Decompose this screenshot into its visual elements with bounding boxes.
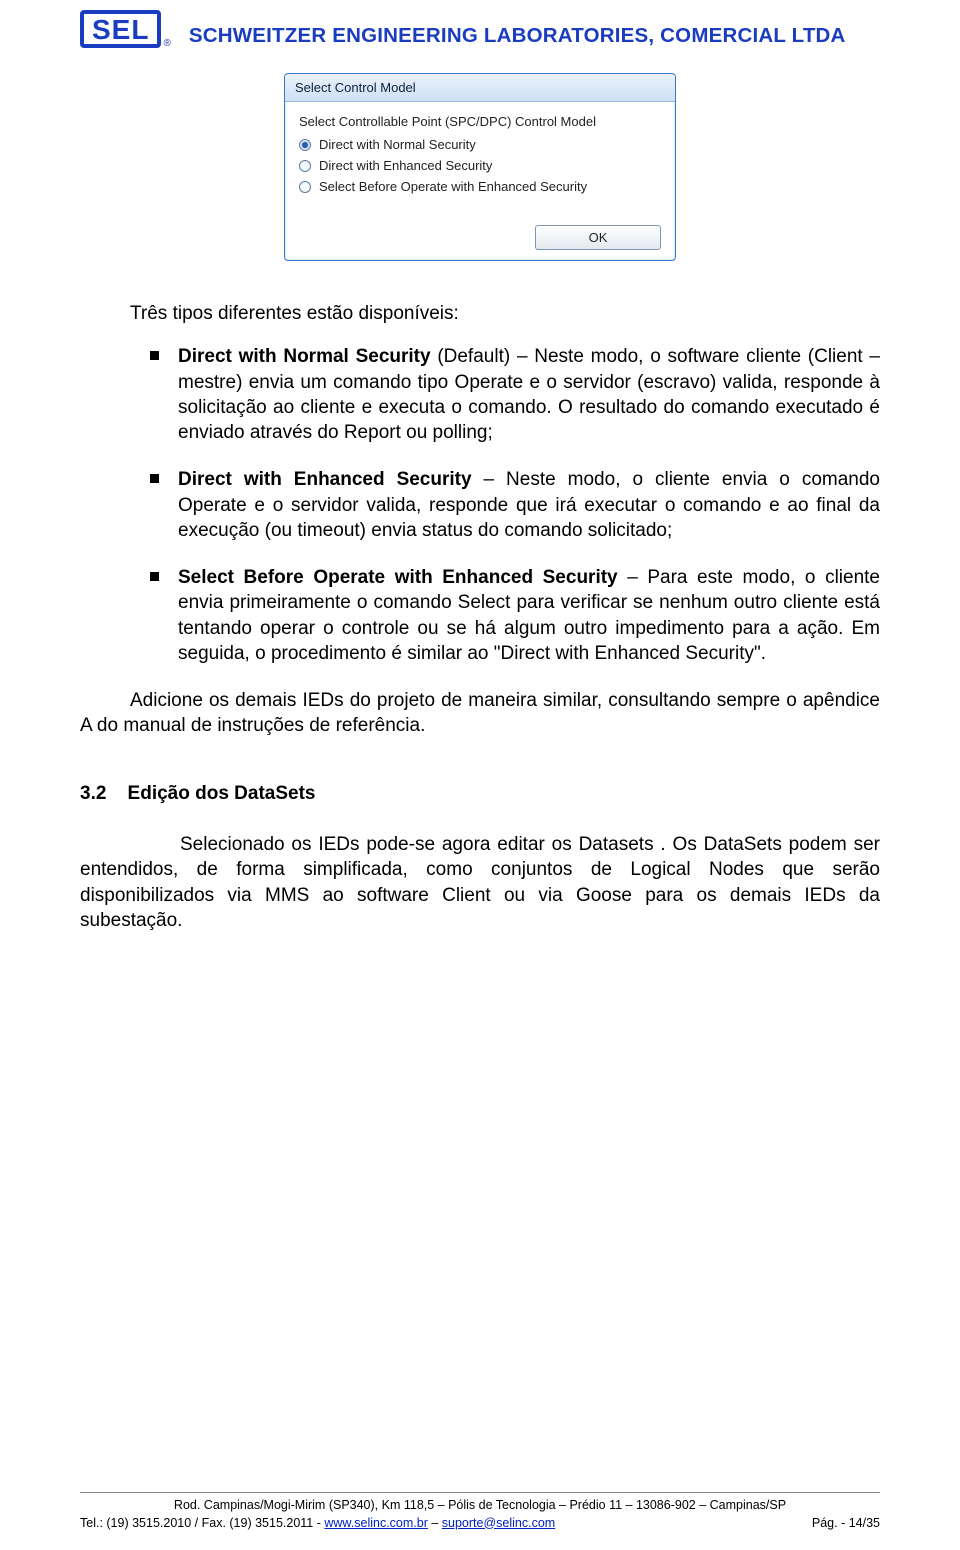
radio-icon xyxy=(299,160,311,172)
company-name: SCHWEITZER ENGINEERING LABORATORIES, COM… xyxy=(189,10,846,48)
intro-text: Três tipos diferentes estão disponíveis: xyxy=(130,301,880,326)
radio-icon xyxy=(299,181,311,193)
dialog-section-label: Select Controllable Point (SPC/DPC) Cont… xyxy=(299,114,661,129)
radio-icon xyxy=(299,139,311,151)
term-2: Direct with Enhanced Security xyxy=(178,469,472,490)
footer-link-email[interactable]: suporte@selinc.com xyxy=(442,1516,555,1530)
bullet-item-3: Select Before Operate with Enhanced Secu… xyxy=(150,565,880,666)
radio-label: Direct with Enhanced Security xyxy=(319,158,492,173)
radio-sbo-enhanced-security[interactable]: Select Before Operate with Enhanced Secu… xyxy=(299,179,661,194)
page-footer: Rod. Campinas/Mogi-Mirim (SP340), Km 118… xyxy=(80,1492,880,1532)
radio-direct-enhanced-security[interactable]: Direct with Enhanced Security xyxy=(299,158,661,173)
footer-address: Rod. Campinas/Mogi-Mirim (SP340), Km 118… xyxy=(80,1497,880,1515)
term-3: Select Before Operate with Enhanced Secu… xyxy=(178,567,618,588)
section-body: Selecionado os IEDs pode-se agora editar… xyxy=(80,832,880,933)
bullet-item-2: Direct with Enhanced Security – Neste mo… xyxy=(150,467,880,543)
term-1: Direct with Normal Security xyxy=(178,346,431,367)
bullet-item-1: Direct with Normal Security (Default) – … xyxy=(150,344,880,445)
term-1-aux: (Default) xyxy=(431,346,511,367)
follow-paragraph: Adicione os demais IEDs do projeto de ma… xyxy=(80,688,880,739)
section-number: 3.2 xyxy=(80,783,106,804)
radio-label: Select Before Operate with Enhanced Secu… xyxy=(319,179,587,194)
logo-registered: ® xyxy=(163,38,170,49)
logo-text: SEL xyxy=(80,10,161,48)
footer-tel-fax: Tel.: (19) 3515.2010 / Fax. (19) 3515.20… xyxy=(80,1516,324,1530)
logo: SEL® xyxy=(80,10,169,48)
radio-direct-normal-security[interactable]: Direct with Normal Security xyxy=(299,137,661,152)
footer-sep: – xyxy=(428,1516,442,1530)
footer-divider xyxy=(80,1492,880,1493)
footer-link-website[interactable]: www.selinc.com.br xyxy=(324,1516,428,1530)
select-control-model-dialog: Select Control Model Select Controllable… xyxy=(284,73,676,261)
section-heading: 3.2 Edição dos DataSets xyxy=(80,781,880,806)
ok-button[interactable]: OK xyxy=(535,225,661,250)
dialog-title: Select Control Model xyxy=(285,74,675,102)
section-title: Edição dos DataSets xyxy=(128,783,316,804)
radio-label: Direct with Normal Security xyxy=(319,137,476,152)
page-number: Pág. - 14/35 xyxy=(772,1515,880,1533)
